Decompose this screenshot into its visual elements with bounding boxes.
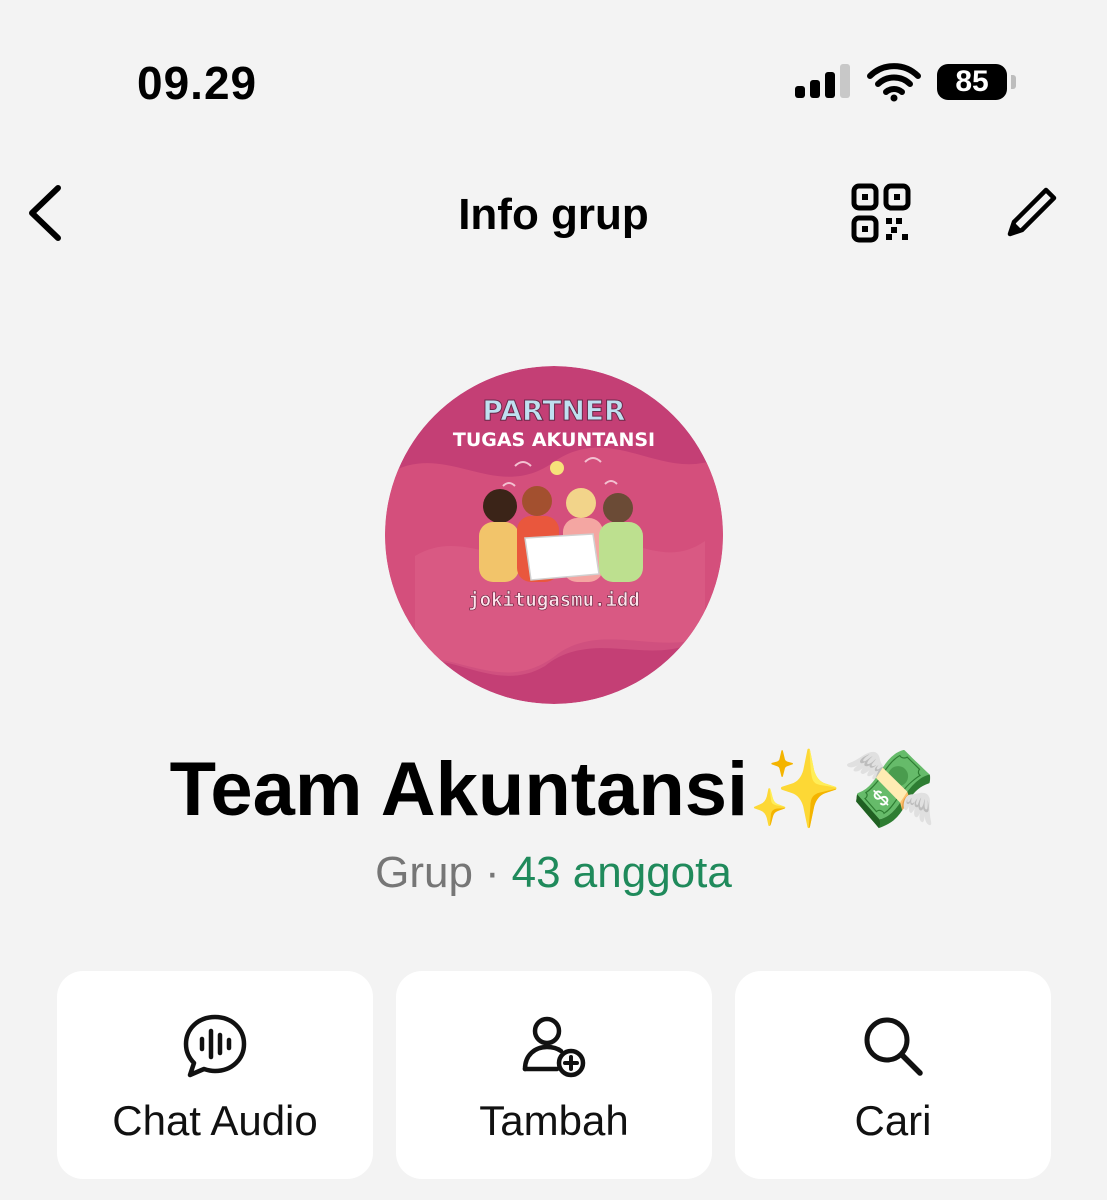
add-person-icon (522, 1016, 586, 1078)
chat-audio-button[interactable]: Chat Audio (57, 971, 373, 1179)
avatar-title-line2: TUGAS AKUNTANSI (453, 429, 655, 451)
group-name: Team Akuntansi✨💸 (169, 747, 938, 832)
status-time: 09.29 (137, 57, 258, 109)
page-title: Info grup (458, 190, 649, 239)
search-label: Cari (854, 1097, 932, 1144)
audio-chat-icon (183, 1014, 247, 1078)
search-button[interactable]: Cari (735, 971, 1051, 1179)
group-subtitle: Grup · 43 anggota (0, 848, 1107, 898)
chat-audio-label: Chat Audio (112, 1097, 318, 1144)
battery-icon: 85 (937, 62, 1017, 102)
battery-level: 85 (937, 64, 1007, 100)
add-member-button[interactable]: Tambah (396, 971, 712, 1179)
battery-tip (1011, 75, 1016, 89)
avatar-handle: jokitugasmu.idd (468, 589, 640, 611)
qr-code-icon[interactable] (850, 182, 912, 244)
search-icon (864, 1017, 923, 1076)
member-count-link[interactable]: 43 anggota (512, 848, 732, 897)
separator-dot: · (484, 848, 500, 897)
avatar-title-line1: PARTNER (482, 394, 625, 427)
group-avatar[interactable]: PARTNER TUGAS AKUNTANSI jokitugasmu.idd (385, 366, 723, 704)
cellular-signal-icon (795, 64, 850, 98)
group-type-label: Grup (375, 848, 473, 897)
wifi-icon (867, 63, 921, 102)
edit-pencil-icon[interactable] (1000, 182, 1062, 244)
add-member-label: Tambah (479, 1097, 629, 1144)
